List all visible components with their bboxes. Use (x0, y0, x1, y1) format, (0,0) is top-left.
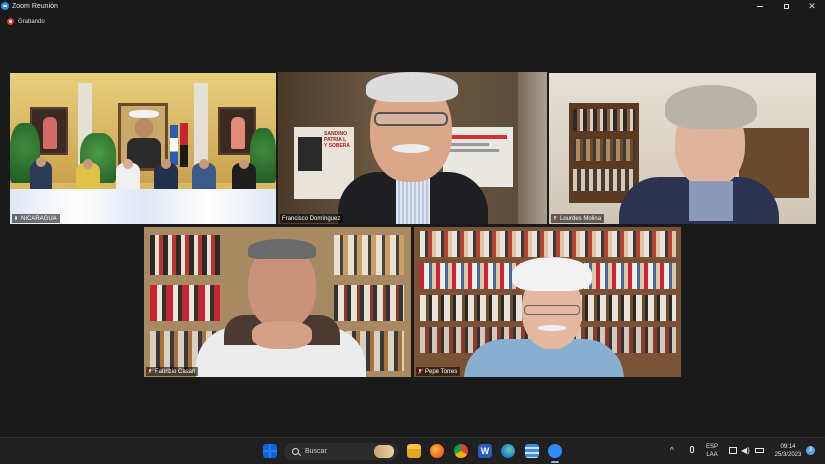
participant-name-tag: Lourdes Molina (551, 214, 605, 223)
edge-icon[interactable] (501, 444, 515, 458)
recording-label: Grabando (18, 18, 45, 25)
close-button[interactable]: ✕ (799, 0, 825, 12)
participant-name-tag: Francisco Domínguez (280, 214, 344, 223)
mic-muted-icon (148, 368, 152, 375)
clock-date: 25/3/2023 (774, 452, 802, 458)
clock[interactable]: 09:14 25/3/2023 (768, 443, 808, 459)
notification-badge[interactable]: 3 (806, 446, 815, 455)
firefox-icon[interactable] (430, 444, 444, 458)
participant-name-tag: Pepe Torres (416, 367, 461, 376)
speaker-hair (366, 72, 458, 102)
battery-icon[interactable] (755, 448, 764, 453)
participant-name: Pepe Torres (425, 368, 458, 375)
record-icon (7, 18, 14, 25)
speaker-glasses (374, 112, 448, 126)
speaker-moustache (392, 144, 430, 153)
search-icon (292, 448, 299, 455)
panel-people (10, 157, 276, 191)
books-right-lower (334, 285, 404, 321)
video-tile-francisco-dominguez[interactable]: SANDINO PATRIA L Y SOBERA Francisco Domí… (278, 72, 547, 224)
chevron-up-icon[interactable]: ^ (670, 446, 674, 455)
books-left-lower (150, 285, 220, 321)
keyboard-layout: LAA (706, 452, 718, 458)
restore-icon (783, 3, 789, 9)
video-tile-nicaragua[interactable]: NICARAGUA (10, 73, 276, 224)
mic-muted-icon (553, 215, 557, 222)
clock-time: 09:14 (780, 444, 796, 450)
pepe-glasses (524, 305, 580, 315)
minimize-button[interactable] (747, 0, 773, 12)
search-highlight-icon (374, 445, 394, 458)
video-tile-pepe-torres[interactable]: Pepe Torres (414, 227, 681, 377)
lourdes-scarf (689, 181, 733, 221)
poster-line-3: Y SOBERA (324, 143, 351, 149)
participant-name: Fabrizio Casari (155, 368, 196, 375)
display-icon[interactable] (729, 447, 737, 454)
volume-icon[interactable]: ◀) (741, 446, 750, 455)
video-tile-lourdes-molina[interactable]: Lourdes Molina (549, 73, 816, 224)
minimize-icon (757, 5, 763, 7)
pepe-hair (512, 257, 592, 291)
bookshelf (569, 103, 639, 203)
search-placeholder: Buscar (305, 448, 327, 455)
fabrizio-hands (252, 321, 312, 349)
shelf-row-1 (420, 231, 676, 257)
participant-name: Francisco Domínguez (282, 215, 341, 222)
language-indicator[interactable]: ESP LAA (702, 443, 722, 459)
language-code: ESP (705, 444, 718, 450)
zoom-taskbar-icon[interactable] (548, 444, 562, 458)
restore-button[interactable] (773, 0, 799, 12)
window-light (518, 72, 547, 224)
books-right (334, 235, 404, 275)
flag-nicaragua (170, 125, 178, 165)
fabrizio-hair (248, 239, 316, 259)
window-title: Zoom Reunión (12, 2, 58, 10)
books-left (150, 235, 220, 275)
mic-icon (14, 215, 18, 222)
mic-muted-icon (418, 368, 422, 375)
zoom-active-indicator (551, 461, 559, 463)
pepe-moustache (538, 325, 566, 331)
title-bar: Zoom Reunión ✕ (0, 0, 825, 12)
microphone-icon[interactable] (690, 446, 694, 453)
notification-count: 3 (808, 447, 813, 453)
chrome-icon[interactable] (454, 444, 468, 458)
taskbar-search[interactable]: Buscar (284, 443, 398, 460)
participant-name: Lourdes Molina (560, 215, 602, 222)
notepad-icon[interactable] (525, 444, 539, 458)
video-tile-fabrizio-casari[interactable]: Fabrizio Casari (144, 227, 411, 377)
file-explorer-icon[interactable] (407, 444, 421, 458)
close-icon: ✕ (808, 0, 816, 11)
recording-indicator[interactable]: Grabando (7, 18, 45, 25)
lourdes-hair (665, 85, 757, 129)
participant-name-tag: NICARAGUA (12, 214, 60, 223)
word-icon[interactable]: W (478, 444, 492, 458)
windows-start-icon[interactable] (263, 444, 277, 458)
participant-name-tag: Fabrizio Casari (146, 367, 199, 376)
participant-name: NICARAGUA (21, 215, 57, 222)
zoom-icon (1, 2, 9, 10)
windows-taskbar: Buscar W ^ ESP LAA ◀) 09:14 25/3/2023 3 (0, 437, 825, 464)
